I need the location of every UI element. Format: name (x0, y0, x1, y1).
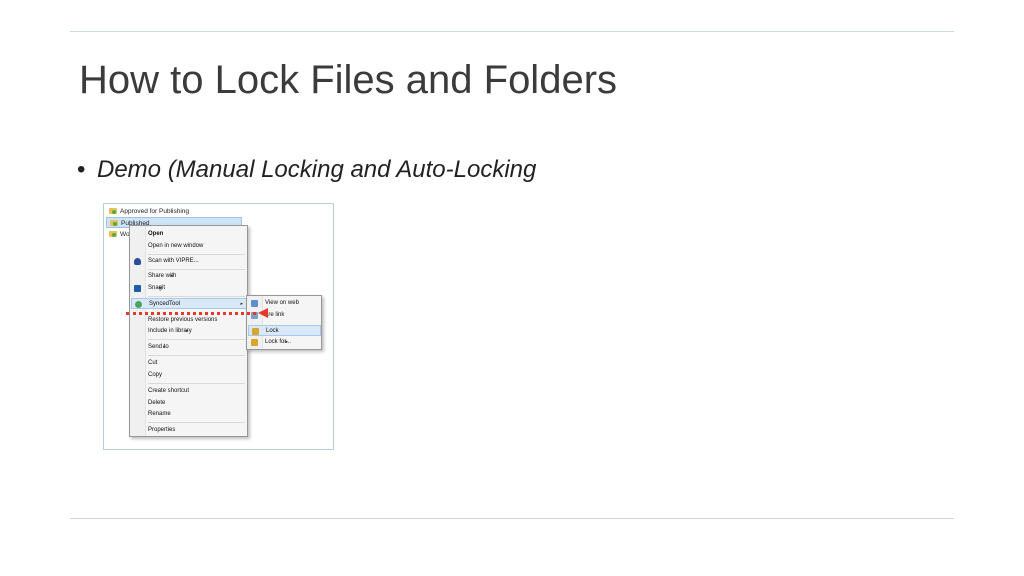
screenshot-frame: Approved for Publishing Published Wo Ope… (103, 203, 334, 450)
web-icon (251, 300, 258, 307)
submenu-arrow-icon: ▸ (240, 301, 243, 307)
menu-item-send-to[interactable]: Send to ▸ (131, 342, 169, 353)
folder-item-wo[interactable]: Wo (106, 229, 130, 240)
menu-item-rename[interactable]: Rename (131, 409, 171, 420)
lock-icon (251, 339, 258, 346)
menu-item-share-with[interactable]: Share with ▸ (131, 271, 176, 282)
annotation-arrow-icon (258, 308, 268, 318)
menu-separator (148, 339, 245, 340)
syncedtool-submenu: View on web are link Lock Lock for... ▸ (246, 295, 322, 350)
folder-icon (110, 220, 118, 226)
menu-item-label: Open (148, 231, 164, 237)
menu-item-scan-vipre[interactable]: Scan with VIPRE... (131, 256, 199, 267)
menu-item-label: View on web (265, 300, 299, 306)
menu-item-copy[interactable]: Copy (131, 370, 162, 381)
vipre-shield-icon (134, 258, 141, 265)
menu-item-label: Restore previous versions (148, 317, 218, 323)
menu-separator (148, 355, 245, 356)
menu-item-snagit[interactable]: Snagit ▸ (131, 283, 165, 294)
menu-item-syncedtool[interactable]: SyncedTool ▸ (131, 298, 247, 309)
submenu-arrow-icon: ▸ (163, 344, 166, 350)
menu-item-open[interactable]: Open (131, 229, 163, 240)
snagit-icon (134, 285, 141, 292)
menu-item-label: Delete (148, 400, 166, 406)
menu-item-properties[interactable]: Properties (131, 425, 175, 436)
menu-item-label: Scan with VIPRE... (148, 258, 199, 264)
folder-icon (109, 231, 117, 237)
menu-separator (148, 296, 245, 297)
menu-item-cut[interactable]: Cut (131, 358, 157, 369)
menu-item-open-new-window[interactable]: Open in new window (131, 241, 203, 252)
bullet-dot: • (77, 156, 86, 183)
syncedtool-icon (135, 301, 142, 308)
bullet-item: • Demo (Manual Locking and Auto-Locking (77, 156, 536, 184)
lock-icon (252, 328, 259, 335)
submenu-arrow-icon: ▸ (186, 328, 189, 334)
menu-item-create-shortcut[interactable]: Create shortcut (131, 386, 189, 397)
folder-label: Approved for Publishing (120, 208, 190, 215)
bottom-divider (70, 518, 954, 519)
menu-item-label: Cut (148, 360, 158, 366)
menu-item-include-library[interactable]: Include in library ▸ (131, 326, 192, 337)
bullet-text: Demo (Manual Locking and Auto-Locking (97, 156, 537, 183)
menu-item-label: Properties (148, 427, 176, 433)
menu-item-label: Include in library (148, 328, 192, 334)
menu-item-label: Open in new window (148, 243, 204, 249)
slide-title: How to Lock Files and Folders (79, 58, 618, 102)
folder-icon (109, 208, 117, 214)
context-menu: Open Open in new window Scan with VIPRE.… (129, 225, 248, 437)
submenu-item-lock-for[interactable]: Lock for... ▸ (248, 337, 291, 348)
menu-item-label: Snagit (148, 285, 166, 291)
menu-separator (148, 254, 245, 255)
menu-item-delete[interactable]: Delete (131, 398, 165, 409)
top-divider (70, 31, 954, 32)
menu-item-label: SyncedTool (149, 301, 181, 307)
menu-item-label: Rename (148, 411, 171, 417)
folder-item-approved[interactable]: Approved for Publishing (106, 206, 189, 217)
menu-separator (148, 269, 245, 270)
menu-item-label: Copy (148, 372, 163, 378)
annotation-dotted-line (126, 312, 256, 315)
menu-separator (148, 422, 245, 423)
submenu-arrow-icon: ▸ (285, 339, 289, 345)
menu-separator (148, 383, 245, 384)
submenu-arrow-icon: ▸ (170, 273, 174, 279)
submenu-item-view-on-web[interactable]: View on web (248, 298, 299, 309)
menu-item-restore-previous[interactable]: Restore previous versions (131, 315, 217, 326)
menu-item-label: Lock (266, 328, 279, 334)
submenu-arrow-icon: ▸ (159, 285, 163, 291)
menu-item-label: Create shortcut (148, 388, 190, 394)
submenu-item-lock[interactable]: Lock (248, 325, 321, 336)
